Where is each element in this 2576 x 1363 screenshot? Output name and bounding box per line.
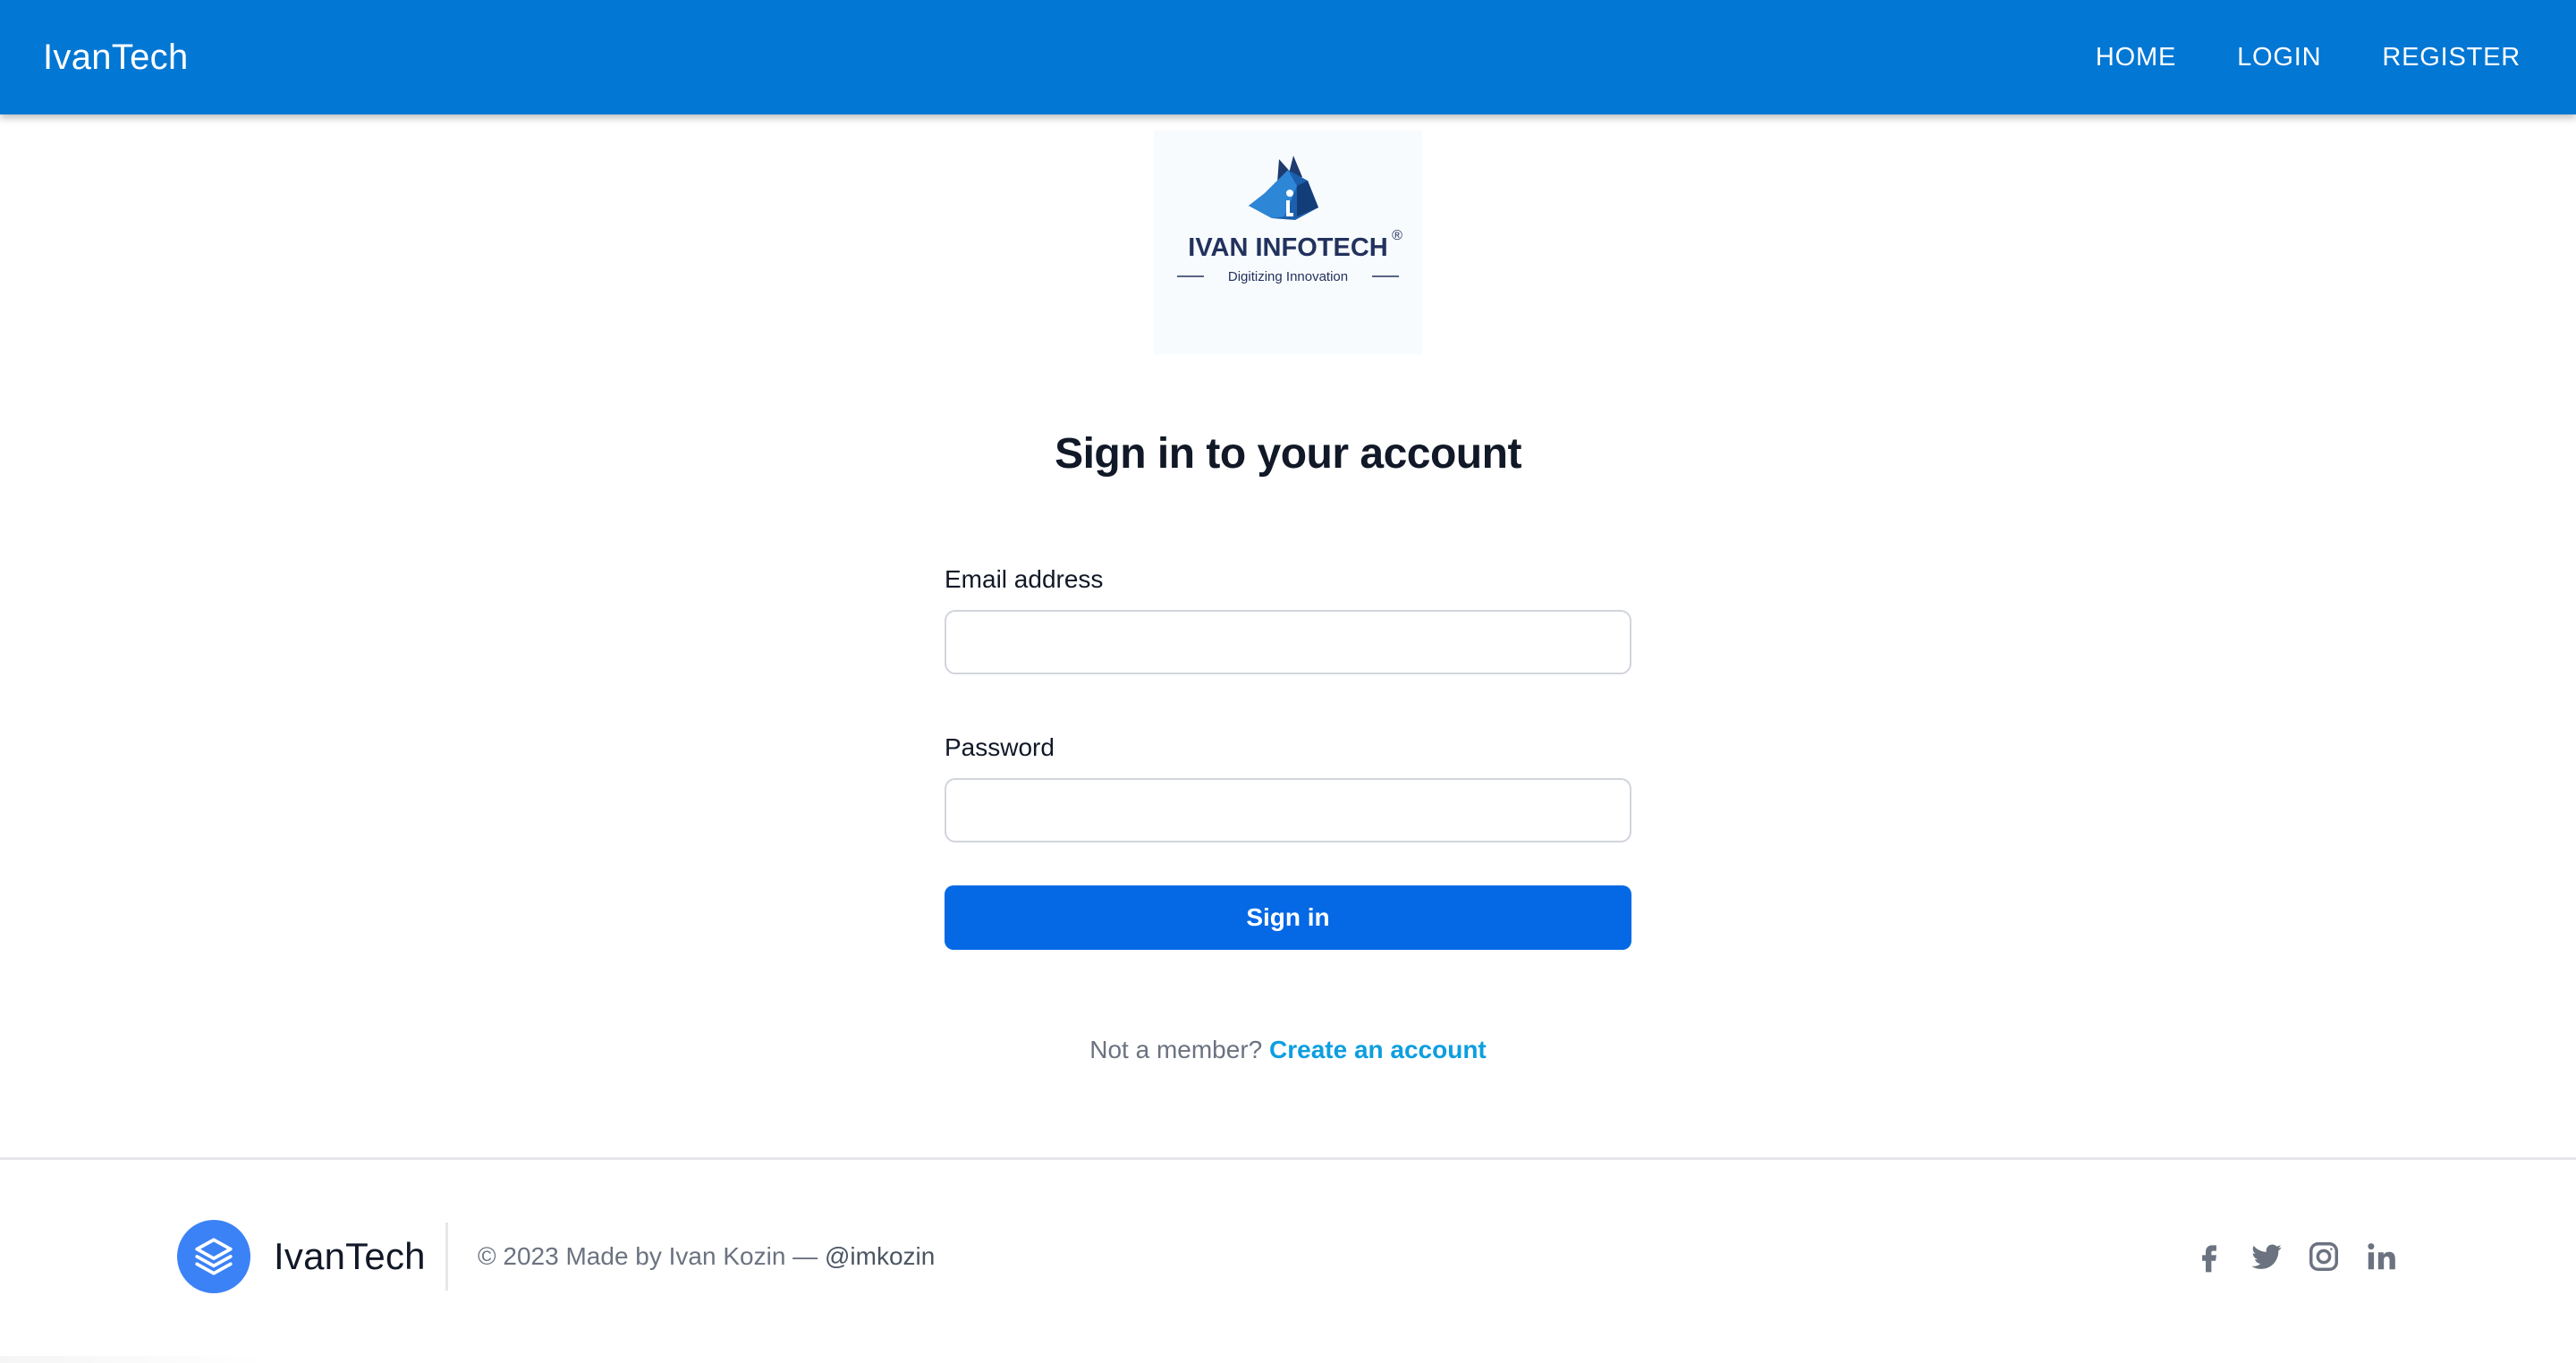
- nav-register-link[interactable]: REGISTER: [2382, 43, 2521, 72]
- company-logo: IVAN INFOTECH ® Digitizing Innovation: [1154, 131, 1422, 354]
- instagram-icon[interactable]: [2304, 1237, 2343, 1276]
- register-prompt: Not a member? Create an account: [0, 1032, 2576, 1068]
- nav-login-link[interactable]: LOGIN: [2237, 43, 2321, 72]
- social-links: [2172, 1237, 2401, 1276]
- svg-text:®: ®: [1392, 228, 1402, 243]
- footer-divider: [445, 1223, 448, 1291]
- email-label: Email address: [945, 565, 1104, 593]
- signin-button[interactable]: Sign in: [945, 885, 1631, 950]
- company-logo-image: IVAN INFOTECH ® Digitizing Innovation: [1177, 156, 1402, 284]
- member-prompt-text: Not a member?: [1089, 1036, 1263, 1063]
- bottom-edge-shadow: [0, 1356, 268, 1363]
- app-brand[interactable]: IvanTech: [43, 38, 189, 78]
- footer-copyright: © 2023 Made by Ivan Kozin — @imkozin: [478, 1239, 935, 1274]
- footer-brand-name: IvanTech: [274, 1235, 426, 1277]
- password-label: Password: [945, 733, 1055, 761]
- app-bar: IvanTech HOME LOGIN REGISTER: [0, 0, 2576, 114]
- layers-icon: [177, 1220, 250, 1293]
- copyright-text: © 2023 Made by Ivan Kozin —: [478, 1242, 818, 1270]
- twitter-icon[interactable]: [2247, 1237, 2286, 1276]
- create-account-link[interactable]: Create an account: [1269, 1036, 1487, 1063]
- email-input[interactable]: [945, 610, 1631, 674]
- linkedin-icon[interactable]: [2361, 1237, 2401, 1276]
- facebook-icon[interactable]: [2190, 1237, 2229, 1276]
- password-input[interactable]: [945, 778, 1631, 842]
- top-nav: HOME LOGIN REGISTER: [2035, 43, 2521, 72]
- site-footer: IvanTech © 2023 Made by Ivan Kozin — @im…: [0, 1157, 2576, 1363]
- svg-text:Digitizing Innovation: Digitizing Innovation: [1228, 269, 1348, 284]
- password-field-group: Password: [945, 732, 1631, 842]
- author-handle-link[interactable]: @imkozin: [825, 1242, 935, 1270]
- email-field-group: Email address: [945, 563, 1631, 674]
- nav-home-link[interactable]: HOME: [2096, 43, 2176, 72]
- page-title: Sign in to your account: [1055, 430, 1521, 478]
- footer-brand[interactable]: IvanTech: [177, 1219, 426, 1294]
- svg-text:IVAN INFOTECH: IVAN INFOTECH: [1188, 233, 1387, 262]
- signin-form: Email address Password Sign in: [945, 563, 1631, 950]
